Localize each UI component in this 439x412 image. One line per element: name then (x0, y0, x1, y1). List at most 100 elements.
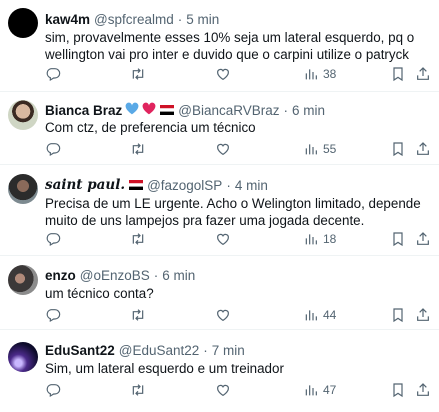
reply-button[interactable] (45, 382, 61, 398)
retweet-icon (130, 382, 146, 398)
retweet-button[interactable] (130, 382, 146, 398)
heart-icon (215, 307, 231, 323)
timestamp[interactable]: 6 min (162, 268, 195, 283)
reply-button[interactable] (45, 141, 61, 157)
bookmark-button[interactable] (390, 141, 406, 157)
share-icon (415, 141, 431, 157)
heart-icon (215, 66, 231, 82)
author-handle[interactable]: @spfcrealmd (94, 12, 174, 27)
tweet[interactable]: enzo @oEnzoBS · 6 min um técnico conta? … (0, 256, 439, 330)
author-handle[interactable]: @fazogolSP (147, 178, 222, 193)
tweet[interactable]: kaw4m @spfcrealmd · 5 min sim, provavelm… (0, 0, 439, 92)
views-icon (303, 66, 319, 82)
tweet-text: Com ctz, de preferencia um técnico (45, 120, 256, 135)
reply-button[interactable] (45, 307, 61, 323)
retweet-button[interactable] (130, 307, 146, 323)
action-bar: 38 (45, 66, 430, 82)
retweet-icon (130, 66, 146, 82)
retweet-icon (130, 141, 146, 157)
share-button[interactable] (415, 66, 431, 82)
bookmark-icon (390, 231, 406, 247)
share-button[interactable] (415, 231, 431, 247)
tweet[interactable]: saint paul. @fazogolSP · 4 min Precisa d… (0, 165, 439, 256)
tweet-header: Bianca Braz @BiancaRVBraz · 6 min (45, 102, 325, 118)
share-icon (415, 382, 431, 398)
avatar[interactable] (8, 342, 38, 372)
timestamp[interactable]: 7 min (212, 343, 245, 358)
retweet-icon (130, 307, 146, 323)
flag-icon (129, 178, 144, 193)
tweet-header: enzo @oEnzoBS · 6 min (45, 268, 195, 283)
tweet[interactable]: EduSant22 @EduSant22 · 7 min Sim, um lat… (0, 330, 439, 412)
blue-heart-icon (125, 102, 139, 118)
reply-icon (45, 307, 61, 323)
share-button[interactable] (415, 141, 431, 157)
bookmark-icon (390, 66, 406, 82)
action-bar: 44 (45, 307, 430, 323)
author-name[interactable]: Bianca Braz (45, 103, 122, 118)
timestamp[interactable]: 4 min (235, 178, 268, 193)
like-button[interactable] (215, 382, 231, 398)
bookmark-icon (390, 307, 406, 323)
bookmark-button[interactable] (390, 66, 406, 82)
reply-icon (45, 231, 61, 247)
retweet-button[interactable] (130, 66, 146, 82)
like-button[interactable] (215, 66, 231, 82)
heart-icon (215, 231, 231, 247)
action-bar: 55 (45, 141, 430, 157)
timestamp[interactable]: 6 min (292, 103, 325, 118)
author-name[interactable]: enzo (45, 268, 76, 283)
reply-icon (45, 66, 61, 82)
avatar[interactable] (8, 100, 38, 130)
retweet-button[interactable] (130, 141, 146, 157)
views-button[interactable]: 38 (303, 66, 336, 82)
author-name[interactable]: saint paul. (45, 177, 125, 193)
views-button[interactable]: 55 (303, 141, 336, 157)
views-button[interactable]: 18 (303, 231, 336, 247)
bookmark-icon (390, 382, 406, 398)
heart-icon (215, 382, 231, 398)
separator-dot: · (177, 12, 183, 27)
reply-icon (45, 141, 61, 157)
tweet-text: um técnico conta? (45, 286, 154, 301)
reply-button[interactable] (45, 66, 61, 82)
views-count: 38 (323, 67, 337, 81)
tweet-header: EduSant22 @EduSant22 · 7 min (45, 343, 245, 358)
author-handle[interactable]: @EduSant22 (119, 343, 200, 358)
like-button[interactable] (215, 141, 231, 157)
tweet-header: saint paul. @fazogolSP · 4 min (45, 177, 268, 193)
timestamp[interactable]: 5 min (186, 12, 219, 27)
retweet-icon (130, 231, 146, 247)
tweet-text: Sim, um lateral esquerdo e um treinador (45, 361, 284, 376)
like-button[interactable] (215, 231, 231, 247)
views-button[interactable]: 47 (303, 382, 336, 398)
flag-icon (160, 103, 175, 118)
bookmark-button[interactable] (390, 231, 406, 247)
author-name[interactable]: EduSant22 (45, 343, 115, 358)
like-button[interactable] (215, 307, 231, 323)
reply-button[interactable] (45, 231, 61, 247)
share-icon (415, 307, 431, 323)
bookmark-button[interactable] (390, 307, 406, 323)
tweet[interactable]: Bianca Braz @BiancaRVBraz · 6 min Com ct… (0, 92, 439, 165)
views-button[interactable]: 44 (303, 307, 336, 323)
views-icon (303, 141, 319, 157)
red-heart-icon (142, 102, 156, 118)
avatar[interactable] (8, 8, 38, 38)
author-handle[interactable]: @BiancaRVBraz (178, 103, 279, 118)
share-button[interactable] (415, 382, 431, 398)
avatar[interactable] (8, 174, 38, 204)
views-count: 55 (323, 142, 337, 156)
author-name[interactable]: kaw4m (45, 12, 90, 27)
separator-dot: · (203, 343, 208, 358)
share-icon (415, 66, 431, 82)
author-handle[interactable]: @oEnzoBS (80, 268, 150, 283)
share-icon (415, 231, 431, 247)
retweet-button[interactable] (130, 231, 146, 247)
share-button[interactable] (415, 307, 431, 323)
views-icon (303, 382, 319, 398)
bookmark-button[interactable] (390, 382, 406, 398)
avatar[interactable] (8, 265, 38, 295)
heart-icon (215, 141, 231, 157)
views-count: 47 (323, 383, 337, 397)
